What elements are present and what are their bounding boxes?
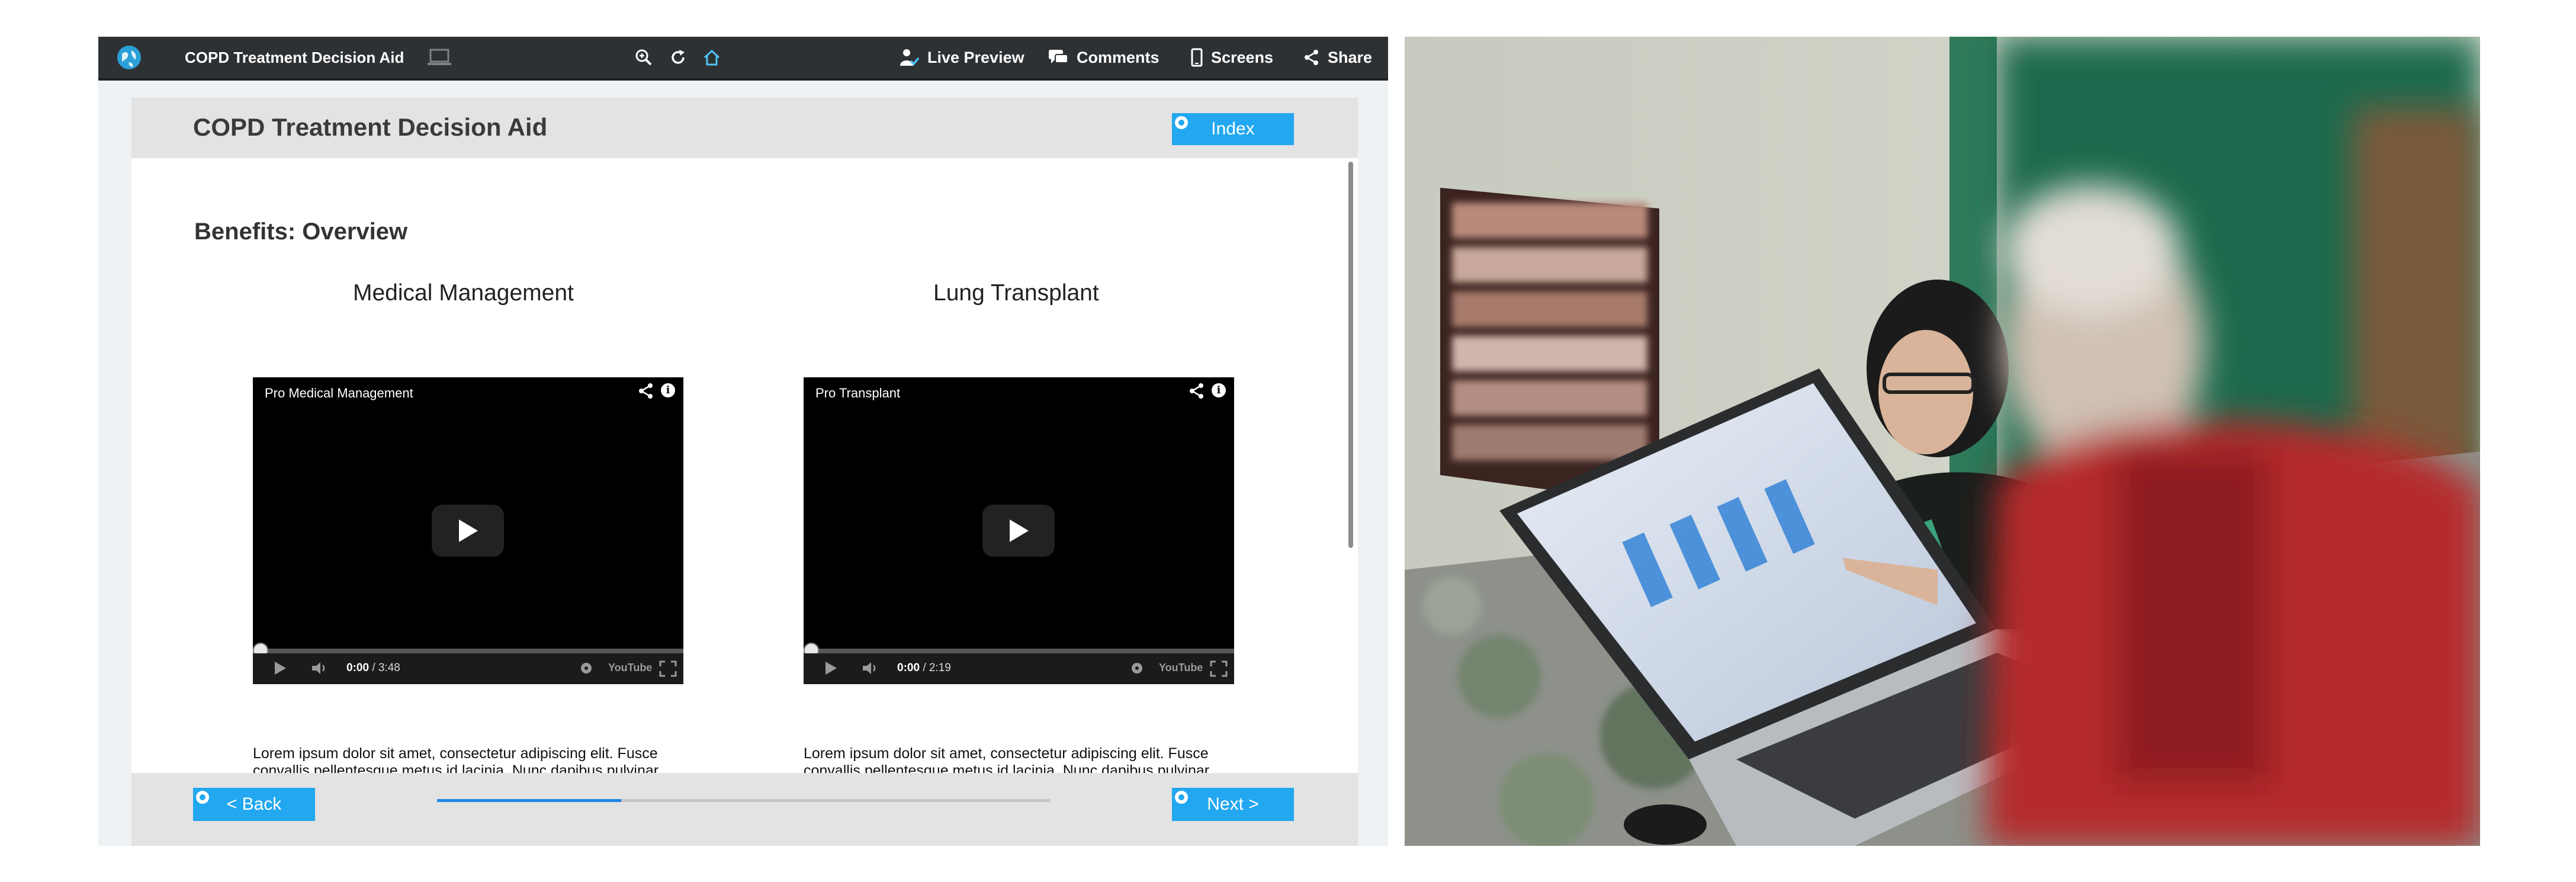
video-player-medical-management[interactable]: Pro Medical Management i 0:00 / 3:48 You… xyxy=(253,377,683,684)
settings-icon[interactable] xyxy=(1130,662,1144,675)
hotspot-marker-icon xyxy=(1175,791,1188,804)
video-controls: 0:00 / 2:19 YouTube xyxy=(804,653,1234,684)
comments-button[interactable]: Comments xyxy=(1048,37,1159,78)
settings-icon[interactable] xyxy=(580,662,593,675)
video-player-lung-transplant[interactable]: Pro Transplant i 0:00 / 2:19 YouTube xyxy=(804,377,1234,684)
prototype-screen: COPD Treatment Decision Aid Index Benefi… xyxy=(131,98,1358,846)
index-button-label: Index xyxy=(1211,119,1255,139)
live-preview-label: Live Preview xyxy=(927,48,1024,66)
screens-label: Screens xyxy=(1211,48,1274,66)
screens-button[interactable]: Screens xyxy=(1191,37,1273,78)
fullscreen-icon[interactable] xyxy=(659,660,677,677)
back-button[interactable]: < Back xyxy=(193,788,315,821)
back-button-label: < Back xyxy=(226,794,282,814)
share-icon[interactable] xyxy=(638,382,654,400)
share-icon xyxy=(1305,50,1318,65)
comments-label: Comments xyxy=(1077,48,1159,66)
play-icon xyxy=(1010,519,1029,542)
zoom-in-icon[interactable] xyxy=(635,37,653,78)
play-icon[interactable] xyxy=(273,660,287,676)
video-title: Pro Medical Management xyxy=(265,386,413,400)
fullscreen-icon[interactable] xyxy=(1210,660,1228,677)
prototype-viewer-window: COPD Treatment Decision Aid Live Preview… xyxy=(98,37,1388,846)
option-title-medical-management: Medical Management xyxy=(353,280,574,306)
live-preview-button[interactable]: Live Preview xyxy=(899,37,1024,78)
video-time: 0:00 / 3:48 xyxy=(346,662,400,674)
section-title: Benefits: Overview xyxy=(194,219,408,245)
next-button-label: Next > xyxy=(1207,794,1259,814)
video-time: 0:00 / 2:19 xyxy=(897,662,951,674)
youtube-logo[interactable]: YouTube xyxy=(608,662,652,674)
youtube-logo[interactable]: YouTube xyxy=(1159,662,1203,674)
page-progress-bar xyxy=(437,799,1050,802)
refresh-icon[interactable] xyxy=(669,37,687,78)
hotspot-marker-icon xyxy=(1175,116,1188,129)
viewer-toolbar: COPD Treatment Decision Aid Live Preview… xyxy=(98,37,1388,81)
scrollbar[interactable] xyxy=(1348,162,1353,548)
app-title: COPD Treatment Decision Aid xyxy=(193,113,548,141)
play-button[interactable] xyxy=(982,505,1055,557)
option-title-lung-transplant: Lung Transplant xyxy=(933,280,1099,306)
hotspot-marker-icon xyxy=(196,791,209,804)
video-progress-bar[interactable] xyxy=(253,649,683,653)
screen-header-bar: COPD Treatment Decision Aid Index xyxy=(131,98,1358,158)
index-button[interactable]: Index xyxy=(1172,113,1294,145)
laptop-icon[interactable] xyxy=(426,37,452,78)
prototype-title: COPD Treatment Decision Aid xyxy=(185,48,404,66)
video-title: Pro Transplant xyxy=(815,386,901,400)
info-icon[interactable]: i xyxy=(661,383,675,397)
share-button[interactable]: Share xyxy=(1304,37,1372,78)
play-icon xyxy=(459,519,478,542)
person-check-icon xyxy=(900,49,919,66)
video-controls: 0:00 / 3:48 YouTube xyxy=(253,653,683,684)
share-label: Share xyxy=(1328,48,1373,66)
next-button[interactable]: Next > xyxy=(1172,788,1294,821)
home-icon[interactable] xyxy=(702,37,721,78)
share-icon[interactable] xyxy=(1189,382,1205,400)
volume-icon[interactable] xyxy=(862,660,881,676)
info-icon[interactable]: i xyxy=(1212,383,1226,397)
video-progress-bar[interactable] xyxy=(804,649,1234,653)
phone-screen-icon xyxy=(1191,48,1203,67)
play-button[interactable] xyxy=(432,505,504,557)
play-icon[interactable] xyxy=(824,660,838,676)
photo-illustration xyxy=(1405,37,2480,846)
globe-logo-icon[interactable] xyxy=(116,37,142,78)
page-progress-fill xyxy=(437,799,621,802)
comment-bubbles-icon xyxy=(1049,50,1068,63)
usability-session-photo xyxy=(1405,37,2480,846)
volume-icon[interactable] xyxy=(311,660,330,676)
